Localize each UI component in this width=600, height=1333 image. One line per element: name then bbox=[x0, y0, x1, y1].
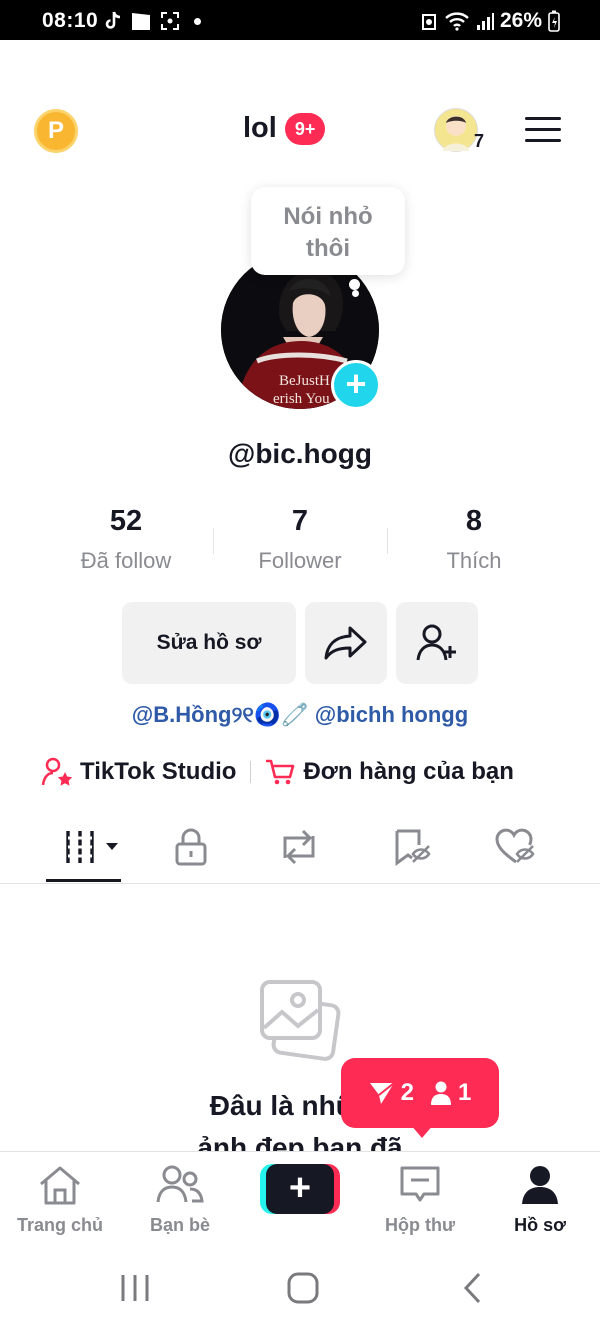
grid-icon bbox=[66, 831, 118, 863]
empty-state-text: Đâu là những ảnh đẹp bạn đã bbox=[0, 1085, 600, 1151]
bookmark-hidden-icon bbox=[395, 829, 431, 866]
create-video-button[interactable]: + bbox=[260, 1164, 340, 1214]
nav-friends[interactable]: Bạn bè bbox=[120, 1164, 240, 1236]
friends-icon bbox=[156, 1165, 204, 1203]
recent-apps-icon[interactable] bbox=[118, 1271, 152, 1305]
clapper-notification-icon bbox=[132, 13, 150, 30]
nav-friends-label: Bạn bè bbox=[149, 1215, 210, 1235]
stat-likes-value: 8 bbox=[465, 505, 483, 537]
home-system-icon[interactable] bbox=[286, 1271, 320, 1305]
tabs-divider bbox=[0, 883, 600, 884]
repost-icon bbox=[283, 829, 315, 865]
edit-profile-label: Sửa hồ sơ bbox=[156, 631, 262, 654]
empty-state-line-2: ảnh đẹp bạn đã bbox=[197, 1132, 403, 1151]
share-profile-button[interactable] bbox=[305, 602, 387, 684]
cart-icon bbox=[266, 759, 295, 785]
note-line-2: thôi bbox=[306, 235, 350, 262]
nav-home-label: Trang chủ bbox=[16, 1215, 103, 1235]
tab-favorites[interactable] bbox=[381, 825, 441, 869]
person-icon bbox=[431, 1081, 451, 1105]
friend-avatar[interactable] bbox=[434, 108, 478, 152]
back-system-icon[interactable] bbox=[456, 1271, 490, 1305]
orders-link[interactable]: Đơn hàng của bạn bbox=[303, 758, 513, 786]
edit-profile-button[interactable]: Sửa hồ sơ bbox=[122, 602, 296, 684]
status-left-icons bbox=[104, 11, 201, 31]
note-bubble-tail bbox=[349, 279, 360, 290]
svg-text:BeJustH: BeJustH bbox=[279, 373, 330, 389]
heart-hidden-icon bbox=[495, 828, 535, 864]
data-saver-icon bbox=[421, 14, 436, 30]
nav-profile-label: Hồ sơ bbox=[514, 1215, 566, 1235]
shares-group: 2 bbox=[369, 1079, 414, 1107]
creator-star-icon bbox=[42, 757, 73, 786]
battery-percent: 26% bbox=[499, 9, 542, 32]
bottom-navigation: Trang chủ Bạn bè + Hộp thư Hồ sơ bbox=[0, 1151, 600, 1249]
stat-following[interactable]: 52 Đã follow bbox=[39, 505, 213, 574]
hamburger-menu-icon[interactable] bbox=[525, 115, 561, 145]
status-dot-icon bbox=[194, 17, 201, 25]
add-story-button[interactable]: + bbox=[331, 360, 381, 410]
tab-private[interactable] bbox=[161, 825, 221, 869]
tiktok-notification-icon bbox=[105, 11, 121, 29]
shortcut-divider bbox=[250, 761, 252, 783]
nav-inbox-label: Hộp thư bbox=[384, 1215, 455, 1235]
home-icon bbox=[40, 1166, 80, 1205]
lock-icon bbox=[175, 828, 207, 866]
add-user-icon bbox=[416, 624, 456, 661]
activity-popup[interactable]: 2 1 bbox=[341, 1058, 499, 1128]
followers-count: 1 bbox=[458, 1079, 472, 1106]
signal-icon bbox=[476, 13, 494, 30]
system-navigation-bar bbox=[0, 1249, 600, 1333]
friend-avatar-image bbox=[443, 116, 469, 151]
note-bubble-tail-small bbox=[352, 290, 359, 297]
profile-icon bbox=[522, 1166, 558, 1204]
plus-icon: + bbox=[266, 1164, 334, 1214]
add-friend-button[interactable] bbox=[396, 602, 478, 684]
tab-videos[interactable] bbox=[60, 825, 122, 869]
send-icon bbox=[369, 1082, 395, 1104]
shares-count: 2 bbox=[400, 1079, 414, 1106]
tiktok-studio-link[interactable]: TikTok Studio bbox=[80, 758, 236, 786]
activity-popup-tail bbox=[410, 1124, 434, 1138]
inbox-icon bbox=[400, 1166, 440, 1202]
nav-home[interactable]: Trang chủ bbox=[0, 1164, 120, 1236]
wifi-icon bbox=[445, 12, 469, 31]
tab-reposts[interactable] bbox=[269, 825, 329, 869]
coin-letter: P bbox=[47, 117, 64, 144]
stat-following-label: Đã follow bbox=[80, 548, 172, 573]
friend-avatar-count: 7 bbox=[474, 131, 485, 151]
status-right: 26% bbox=[420, 9, 560, 33]
note-line-1: Nói nhỏ bbox=[283, 203, 373, 230]
tab-liked[interactable] bbox=[486, 825, 546, 869]
note-bubble[interactable]: Nói nhỏ thôi bbox=[251, 187, 405, 275]
coin-points-button[interactable]: P bbox=[34, 109, 78, 153]
status-bar: 08:10 26% bbox=[0, 0, 600, 40]
share-arrow-icon bbox=[324, 626, 367, 660]
stat-likes-label: Thích bbox=[446, 548, 502, 573]
stat-followers-label: Follower bbox=[258, 548, 342, 573]
screenshot-notification-icon bbox=[161, 12, 179, 30]
notification-badge: 9+ bbox=[284, 112, 326, 145]
stat-likes[interactable]: 8 Thích bbox=[387, 505, 561, 574]
bio-linked-accounts[interactable]: @B.Hồng୨୧🧿🧷 @bichh hongg bbox=[0, 702, 600, 728]
stat-followers-value: 7 bbox=[291, 505, 309, 537]
battery-icon bbox=[548, 10, 560, 32]
account-title: lol bbox=[243, 112, 277, 144]
account-switcher[interactable]: lol 9+ bbox=[243, 112, 326, 145]
active-tab-indicator bbox=[46, 879, 121, 882]
shortcut-row: TikTok Studio Đơn hàng của bạn bbox=[42, 757, 514, 787]
empty-state-line-1: Đâu là những bbox=[209, 1090, 391, 1121]
nav-profile[interactable]: Hồ sơ bbox=[480, 1164, 600, 1236]
stat-followers[interactable]: 7 Follower bbox=[213, 505, 387, 574]
stat-following-value: 52 bbox=[109, 505, 143, 537]
status-time: 08:10 bbox=[42, 9, 99, 32]
nav-inbox[interactable]: Hộp thư bbox=[360, 1164, 480, 1236]
photos-icon bbox=[258, 978, 342, 1062]
followers-group: 1 bbox=[430, 1079, 471, 1107]
profile-username: @bic.hogg bbox=[228, 438, 372, 469]
svg-text:erish You: erish You bbox=[273, 391, 330, 407]
